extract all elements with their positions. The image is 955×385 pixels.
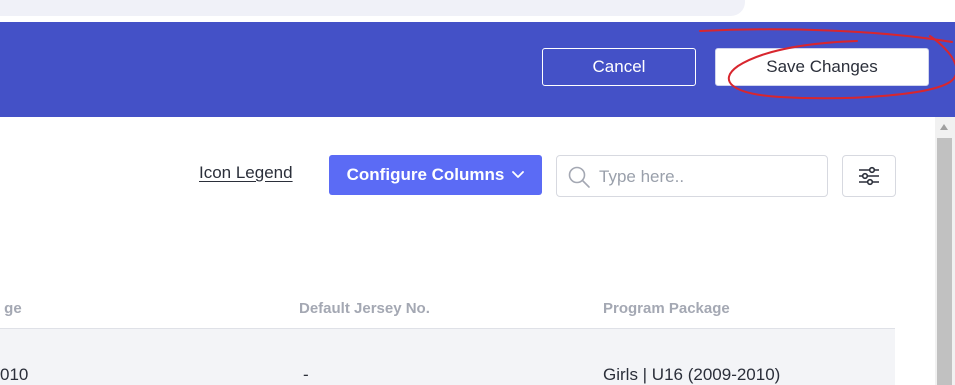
configure-columns-button[interactable]: Configure Columns [329, 155, 542, 195]
column-header-age[interactable]: ge [0, 300, 22, 317]
icon-legend-link[interactable]: Icon Legend [199, 163, 293, 183]
column-header-default-jersey[interactable]: Default Jersey No. [299, 300, 430, 317]
top-search-bar-edge [0, 0, 745, 16]
scrollbar-thumb[interactable] [937, 138, 952, 385]
save-changes-button[interactable]: Save Changes [715, 48, 929, 86]
search-field[interactable] [556, 155, 828, 197]
filter-settings-button[interactable] [842, 155, 896, 197]
search-icon [568, 166, 590, 188]
scroll-up-arrow-icon[interactable] [940, 124, 948, 130]
table-cell-program-package: Girls | U16 (2009-2010) [603, 365, 781, 384]
column-header-program-package[interactable]: Program Package [603, 300, 730, 317]
table-cell-jersey: - [303, 365, 309, 384]
chevron-down-icon [512, 171, 525, 178]
configure-columns-label: Configure Columns [346, 165, 505, 184]
top-strip [0, 0, 955, 22]
table-cell-age: 010 [0, 365, 29, 384]
cancel-button[interactable]: Cancel [542, 48, 696, 86]
search-input[interactable] [597, 162, 821, 192]
sliders-icon [859, 166, 879, 186]
